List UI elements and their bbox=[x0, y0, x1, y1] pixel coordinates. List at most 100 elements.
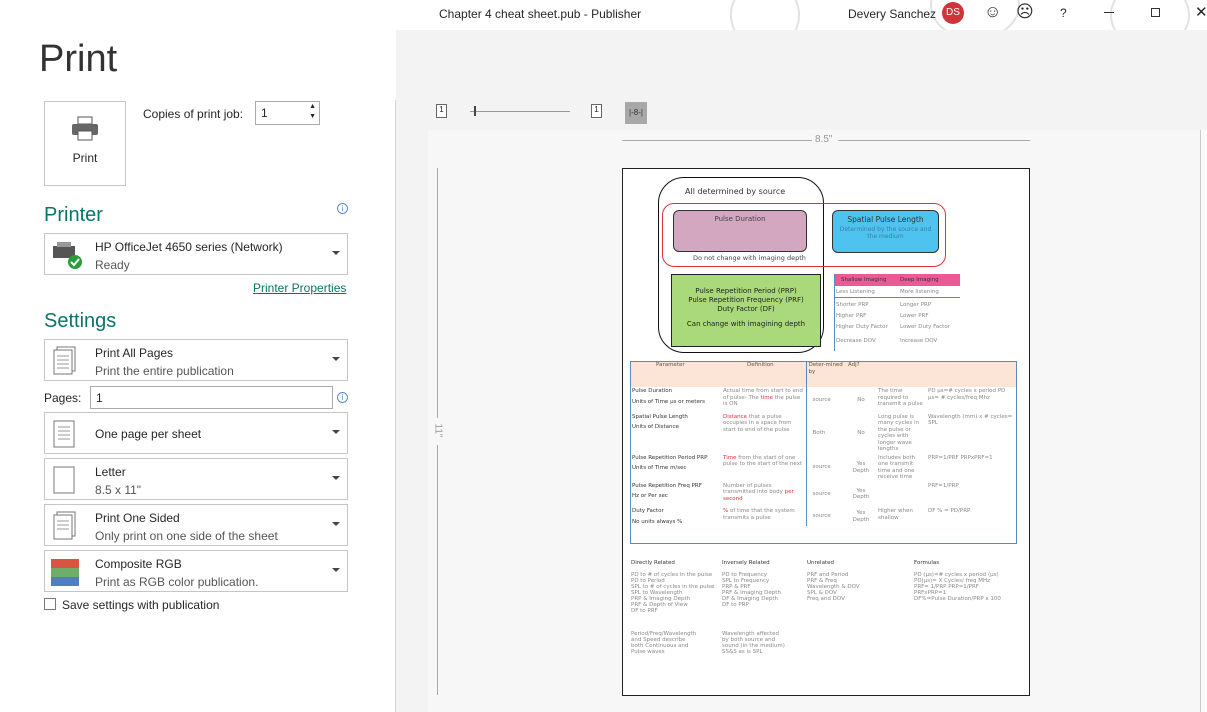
sides-dropdown[interactable]: Print One Sided Only print on one side o… bbox=[44, 504, 348, 546]
adjustable: Yes Depth bbox=[852, 510, 870, 523]
save-settings-checkbox[interactable] bbox=[44, 598, 56, 610]
depth-table: Shallow Imaging Deep Imaging Less Listeni… bbox=[834, 274, 960, 351]
color-dropdown[interactable]: Composite RGB Print as RGB color publica… bbox=[44, 550, 348, 592]
adjustable: No bbox=[857, 396, 865, 403]
window-title: Chapter 4 cheat sheet.pub - Publisher bbox=[439, 7, 642, 21]
list-item: DF to PRF bbox=[631, 608, 658, 614]
list-item: Freq and DOV bbox=[807, 596, 845, 602]
printer-name: HP OfficeJet 4650 series (Network) bbox=[95, 240, 283, 254]
zoom-slider[interactable] bbox=[470, 111, 570, 112]
determined-by: source bbox=[812, 491, 831, 497]
copies-label: Copies of print job: bbox=[143, 107, 244, 121]
note: The time required to transmit a pulse bbox=[878, 388, 923, 407]
ruler-line bbox=[437, 168, 438, 418]
table-row: Pulse Repetition Freq PRF Hz or Per sec N… bbox=[630, 481, 1017, 508]
setting-subtitle: Print the entire publication bbox=[95, 364, 234, 378]
relation-list: Formulas PD (µs)=# cycles x period (µs) PD… bbox=[914, 560, 1014, 614]
vertical-scrollbar[interactable] bbox=[1200, 130, 1207, 712]
printer-icon bbox=[72, 116, 98, 141]
pages-input[interactable]: 1 bbox=[90, 386, 333, 409]
close-button[interactable]: ✕ bbox=[1195, 3, 1207, 21]
spl-subtitle: Determined by the source and the medium bbox=[839, 226, 932, 240]
param-units: Units of Time µs or meters bbox=[632, 398, 705, 405]
spin-down-icon[interactable]: ▼ bbox=[309, 113, 316, 120]
frown-icon[interactable]: ☹ bbox=[1016, 2, 1034, 22]
determined-by: source bbox=[812, 396, 831, 403]
param-name: Spatial Pulse Length bbox=[632, 413, 688, 420]
paper-icon bbox=[53, 466, 75, 494]
user-name[interactable]: Devery Sanchez bbox=[848, 7, 936, 21]
copies-value: 1 bbox=[261, 106, 268, 120]
paper-size-dropdown[interactable]: Letter 8.5 x 11" bbox=[44, 458, 348, 500]
list-title: Unrelated bbox=[807, 560, 834, 566]
restore-button[interactable] bbox=[1151, 8, 1160, 17]
avatar[interactable]: DS bbox=[942, 2, 964, 24]
rgb-icon bbox=[51, 559, 79, 586]
adjustable: No bbox=[857, 429, 865, 436]
chevron-down-icon bbox=[332, 568, 340, 572]
zoom-slider-thumb[interactable] bbox=[474, 106, 476, 116]
setting-subtitle: Print as RGB color publication. bbox=[95, 575, 259, 589]
save-settings-label: Save settings with publication bbox=[62, 598, 220, 612]
printer-dropdown[interactable]: HP OfficeJet 4650 series (Network) Ready bbox=[44, 233, 348, 275]
determined-by: source bbox=[812, 513, 831, 520]
fit-page-button[interactable]: |-8-| bbox=[625, 102, 647, 124]
pages-per-sheet-dropdown[interactable]: One page per sheet bbox=[44, 412, 348, 454]
relations-lists: Directly Related PD to # of cycles in the… bbox=[631, 560, 1021, 614]
param-name: Pulse Repetition Freq PRF bbox=[632, 482, 702, 489]
table-row: Pulse Duration Units of Time µs or meters… bbox=[630, 387, 1017, 413]
help-button[interactable]: ? bbox=[1060, 6, 1067, 20]
multi-page-view-icon[interactable]: 1 bbox=[591, 104, 602, 118]
spin-up-icon[interactable]: ▲ bbox=[309, 103, 316, 110]
param-name: Pulse Duration bbox=[632, 388, 673, 394]
can-change-label: Can change with imagining depth bbox=[686, 320, 806, 328]
note: Higher when shallow bbox=[878, 508, 913, 521]
printer-ready-icon bbox=[53, 242, 82, 269]
setting-title: One page per sheet bbox=[95, 427, 202, 441]
relation-list: Directly Related PD to # of cycles in the… bbox=[631, 560, 722, 614]
param-name: Pulse Repetition Period PRP bbox=[632, 454, 708, 461]
chevron-down-icon bbox=[332, 357, 340, 361]
print-button-label: Print bbox=[72, 151, 98, 165]
ruler-height-label: 11" bbox=[432, 423, 444, 438]
ruler-line bbox=[838, 140, 1030, 141]
list-title: Inversely Related bbox=[722, 560, 770, 566]
setting-subtitle: 8.5 x 11" bbox=[95, 483, 142, 497]
list-title: Directly Related bbox=[631, 560, 675, 566]
parameter-table: Parameter Definition Deter-mined by Adj?… bbox=[630, 361, 1017, 526]
pulse-duration-box: Pulse Duration bbox=[673, 210, 807, 252]
formula: PRP=1/PRF PRPxPRF=1 bbox=[928, 454, 993, 461]
prp-box: Pulse Repetition Period (PRP) Pulse Repe… bbox=[671, 274, 821, 347]
note-text: Wavelength affected by both source and s… bbox=[722, 631, 785, 655]
list-title: Formulas bbox=[914, 560, 940, 566]
adjustable: Yes Depth bbox=[852, 487, 870, 501]
table-row: Pulse Repetition Period PRP Units of Time… bbox=[630, 453, 1017, 482]
print-range-dropdown[interactable]: Print All Pages Print the entire publica… bbox=[44, 339, 348, 381]
table-row: Spatial Pulse Length Units of Distance Di… bbox=[630, 412, 1017, 454]
printer-heading: Printer bbox=[44, 204, 103, 226]
formula: Wavelength (mm) x # cycles= SPL bbox=[928, 413, 1013, 427]
determined-by: Both bbox=[812, 429, 826, 436]
param-units: Units of Time m/sec bbox=[632, 465, 687, 471]
printer-properties-link[interactable]: Printer Properties bbox=[253, 281, 346, 295]
chevron-down-icon bbox=[332, 476, 340, 480]
param-units: Units of Distance bbox=[632, 424, 679, 430]
single-page-icon bbox=[53, 420, 75, 448]
document-page: All determined by source Pulse Duration … bbox=[622, 168, 1030, 696]
divider bbox=[395, 100, 396, 712]
smile-icon[interactable]: ☺ bbox=[984, 2, 1001, 22]
info-icon[interactable]: i bbox=[337, 392, 348, 403]
depth-table-header: Shallow Imaging Deep Imaging bbox=[835, 274, 960, 286]
prp-line: Pulse Repetition Period (PRP) bbox=[695, 287, 797, 295]
prf-line: Pulse Repetition Frequency (PRF) bbox=[688, 296, 804, 304]
note bbox=[876, 482, 926, 508]
single-page-view-icon[interactable]: 1 bbox=[436, 104, 447, 118]
print-button[interactable]: Print bbox=[44, 101, 126, 186]
setting-title: Composite RGB bbox=[95, 557, 182, 571]
note-text: Period/Freq/Wavelength and Speed describ… bbox=[631, 631, 697, 655]
note: Includes both one transmit time and one … bbox=[878, 454, 916, 481]
minimize-button[interactable] bbox=[1104, 12, 1114, 13]
relation-list: Inversely Related PD to Frequency SPL to F… bbox=[722, 560, 807, 614]
info-icon[interactable]: i bbox=[337, 203, 348, 214]
copies-input[interactable]: 1 ▲ ▼ bbox=[255, 101, 320, 125]
